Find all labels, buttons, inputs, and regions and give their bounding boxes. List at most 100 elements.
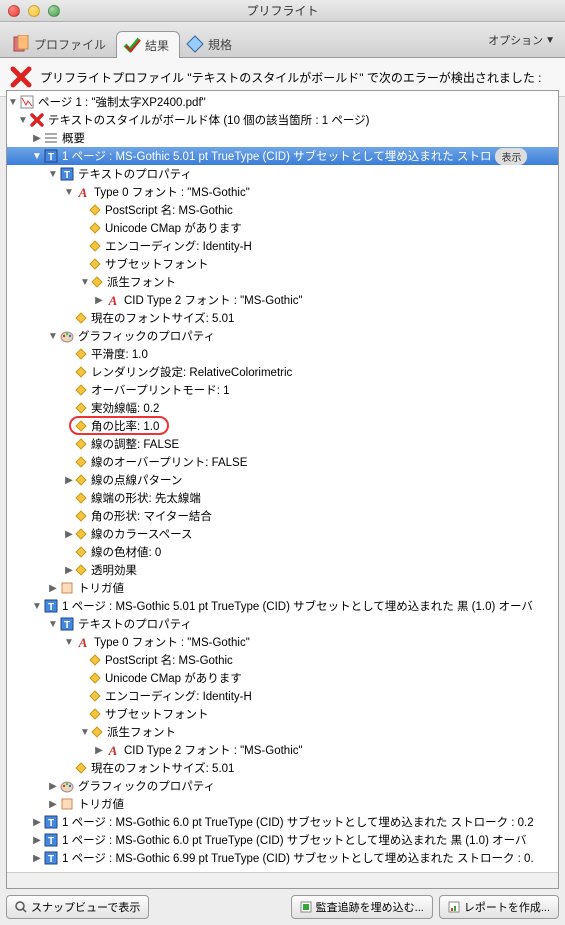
tree-row[interactable]: ▶ トリガ値 (7, 579, 558, 597)
disclosure-triangle[interactable]: ▼ (31, 600, 43, 612)
diamond-icon (89, 240, 100, 251)
tree-row-selected[interactable]: ▼ T 1 ページ : MS-Gothic 5.01 pt TrueType (… (7, 147, 558, 165)
magnifier-icon (15, 901, 27, 913)
tree-row-highlighted[interactable]: 角の比率: 1.0 (7, 417, 558, 435)
snapview-button[interactable]: スナップビューで表示 (6, 895, 149, 919)
tree-row[interactable]: サブセットフォント (7, 705, 558, 723)
tree-row[interactable]: ▶ トリガ値 (7, 795, 558, 813)
disclosure-triangle[interactable]: ▶ (63, 474, 75, 486)
disclosure-triangle[interactable]: ▶ (31, 132, 43, 144)
tree-row[interactable]: ▶ T 1 ページ : MS-Gothic 6.99 pt TrueType (… (7, 849, 558, 867)
tree-row[interactable]: 現在のフォントサイズ: 5.01 (7, 309, 558, 327)
diamond-icon (91, 726, 102, 737)
diamond-icon (89, 690, 100, 701)
tree-row[interactable]: 線のオーバープリント: FALSE (7, 453, 558, 471)
disclosure-triangle[interactable]: ▶ (93, 294, 105, 306)
tree-row[interactable]: PostScript 名: MS-Gothic (7, 201, 558, 219)
disclosure-triangle[interactable]: ▶ (47, 798, 59, 810)
disclosure-triangle[interactable]: ▼ (47, 168, 59, 180)
tree-row[interactable]: ▶ T 1 ページ : MS-Gothic 6.0 pt TrueType (C… (7, 813, 558, 831)
disclosure-triangle[interactable]: ▶ (47, 780, 59, 792)
horizontal-scrollbar[interactable] (7, 872, 558, 888)
tree-row[interactable]: ▼ T 1 ページ : MS-Gothic 5.01 pt TrueType (… (7, 597, 558, 615)
disclosure-triangle[interactable]: ▶ (31, 852, 43, 864)
diamond-icon (89, 204, 100, 215)
disclosure-triangle[interactable]: ▶ (31, 834, 43, 846)
diamond-icon (75, 564, 86, 575)
font-a-icon: A (105, 742, 121, 758)
tree-row[interactable]: ▶ 概要 (7, 129, 558, 147)
disclosure-triangle[interactable]: ▶ (31, 816, 43, 828)
disclosure-triangle[interactable]: ▼ (79, 276, 91, 288)
tree-row[interactable]: ▼ A Type 0 フォント : "MS-Gothic" (7, 633, 558, 651)
tree-scroll[interactable]: ▼ ページ 1 : "強制太字XP2400.pdf" ▼ テキストのスタイルがボ… (7, 91, 558, 872)
diamond-icon (75, 348, 86, 359)
disclosure-triangle[interactable]: ▶ (47, 582, 59, 594)
disclosure-triangle[interactable]: ▼ (17, 114, 29, 126)
tree-page-row[interactable]: ▼ ページ 1 : "強制太字XP2400.pdf" (7, 93, 558, 111)
disclosure-triangle[interactable]: ▼ (79, 726, 91, 738)
disclosure-triangle[interactable]: ▶ (93, 744, 105, 756)
font-a-icon: A (75, 184, 91, 200)
font-a-icon: A (75, 634, 91, 650)
tree-row[interactable]: エンコーディング: Identity-H (7, 687, 558, 705)
tree-row[interactable]: 線の調整: FALSE (7, 435, 558, 453)
tab-label: 規格 (208, 36, 232, 53)
tree-row[interactable]: ▶ T 1 ページ : MS-Gothic 6.0 pt TrueType (C… (7, 831, 558, 849)
show-badge[interactable]: 表示 (495, 148, 527, 165)
tree-row[interactable]: ▶ A CID Type 2 フォント : "MS-Gothic" (7, 741, 558, 759)
tree-row[interactable]: 線端の形状: 先太線端 (7, 489, 558, 507)
disclosure-triangle[interactable]: ▼ (63, 636, 75, 648)
create-report-button[interactable]: レポートを作成... (439, 895, 559, 919)
disclosure-triangle[interactable]: ▶ (63, 564, 75, 576)
tab-profile[interactable]: プロファイル (6, 31, 116, 57)
tab-results[interactable]: 結果 (116, 31, 180, 58)
tree-panel: ▼ ページ 1 : "強制太字XP2400.pdf" ▼ テキストのスタイルがボ… (6, 90, 559, 889)
tree-row[interactable]: ▶線のカラースペース (7, 525, 558, 543)
tree-row[interactable]: Unicode CMap があります (7, 669, 558, 687)
tree-row[interactable]: レンダリング設定: RelativeColorimetric (7, 363, 558, 381)
tree-row[interactable]: ▼ A Type 0 フォント : "MS-Gothic" (7, 183, 558, 201)
trigger-icon (59, 580, 75, 596)
tree-row[interactable]: エンコーディング: Identity-H (7, 237, 558, 255)
palette-icon (59, 778, 75, 794)
tree-error-row[interactable]: ▼ テキストのスタイルがボールド体 (10 個の該当箇所 : 1 ページ) (7, 111, 558, 129)
tree-row[interactable]: 現在のフォントサイズ: 5.01 (7, 759, 558, 777)
svg-text:A: A (78, 185, 88, 199)
tree-row[interactable]: ▼ 派生フォント (7, 723, 558, 741)
disclosure-triangle[interactable]: ▼ (31, 150, 43, 162)
tab-label: プロファイル (34, 36, 106, 53)
tree-row[interactable]: Unicode CMap があります (7, 219, 558, 237)
embed-audit-button[interactable]: 監査追跡を埋め込む... (291, 895, 433, 919)
tree-row[interactable]: ▼ T テキストのプロパティ (7, 165, 558, 183)
font-t-icon: T (43, 850, 59, 866)
options-menu[interactable]: オプション ▼ (488, 32, 555, 48)
tree-row[interactable]: ▼ グラフィックのプロパティ (7, 327, 558, 345)
tree-row[interactable]: 実効線幅: 0.2 (7, 399, 558, 417)
tree-row[interactable]: 角の形状: マイター結合 (7, 507, 558, 525)
tree-row[interactable]: ▶ A CID Type 2 フォント : "MS-Gothic" (7, 291, 558, 309)
diamond-icon (91, 276, 102, 287)
tree-row[interactable]: オーバープリントモード: 1 (7, 381, 558, 399)
disclosure-triangle[interactable]: ▼ (47, 330, 59, 342)
tree-row[interactable]: ▶透明効果 (7, 561, 558, 579)
diamond-icon (75, 762, 86, 773)
tree-row[interactable]: 線の色材値: 0 (7, 543, 558, 561)
disclosure-triangle[interactable]: ▼ (7, 96, 19, 108)
disclosure-triangle[interactable]: ▼ (63, 186, 75, 198)
tree-row[interactable]: ▼ T テキストのプロパティ (7, 615, 558, 633)
diamond-icon (89, 258, 100, 269)
tree-row[interactable]: ▼ 派生フォント (7, 273, 558, 291)
font-t-icon: T (43, 148, 59, 164)
tab-standards[interactable]: 規格 (180, 31, 242, 57)
tree-row[interactable]: PostScript 名: MS-Gothic (7, 651, 558, 669)
diamond-icon (75, 546, 86, 557)
svg-text:T: T (64, 620, 70, 631)
diamond-icon (75, 312, 86, 323)
disclosure-triangle[interactable]: ▶ (63, 528, 75, 540)
disclosure-triangle[interactable]: ▼ (47, 618, 59, 630)
tree-row[interactable]: 平滑度: 1.0 (7, 345, 558, 363)
tree-row[interactable]: ▶線の点線パターン (7, 471, 558, 489)
tree-row[interactable]: サブセットフォント (7, 255, 558, 273)
tree-row[interactable]: ▶ グラフィックのプロパティ (7, 777, 558, 795)
